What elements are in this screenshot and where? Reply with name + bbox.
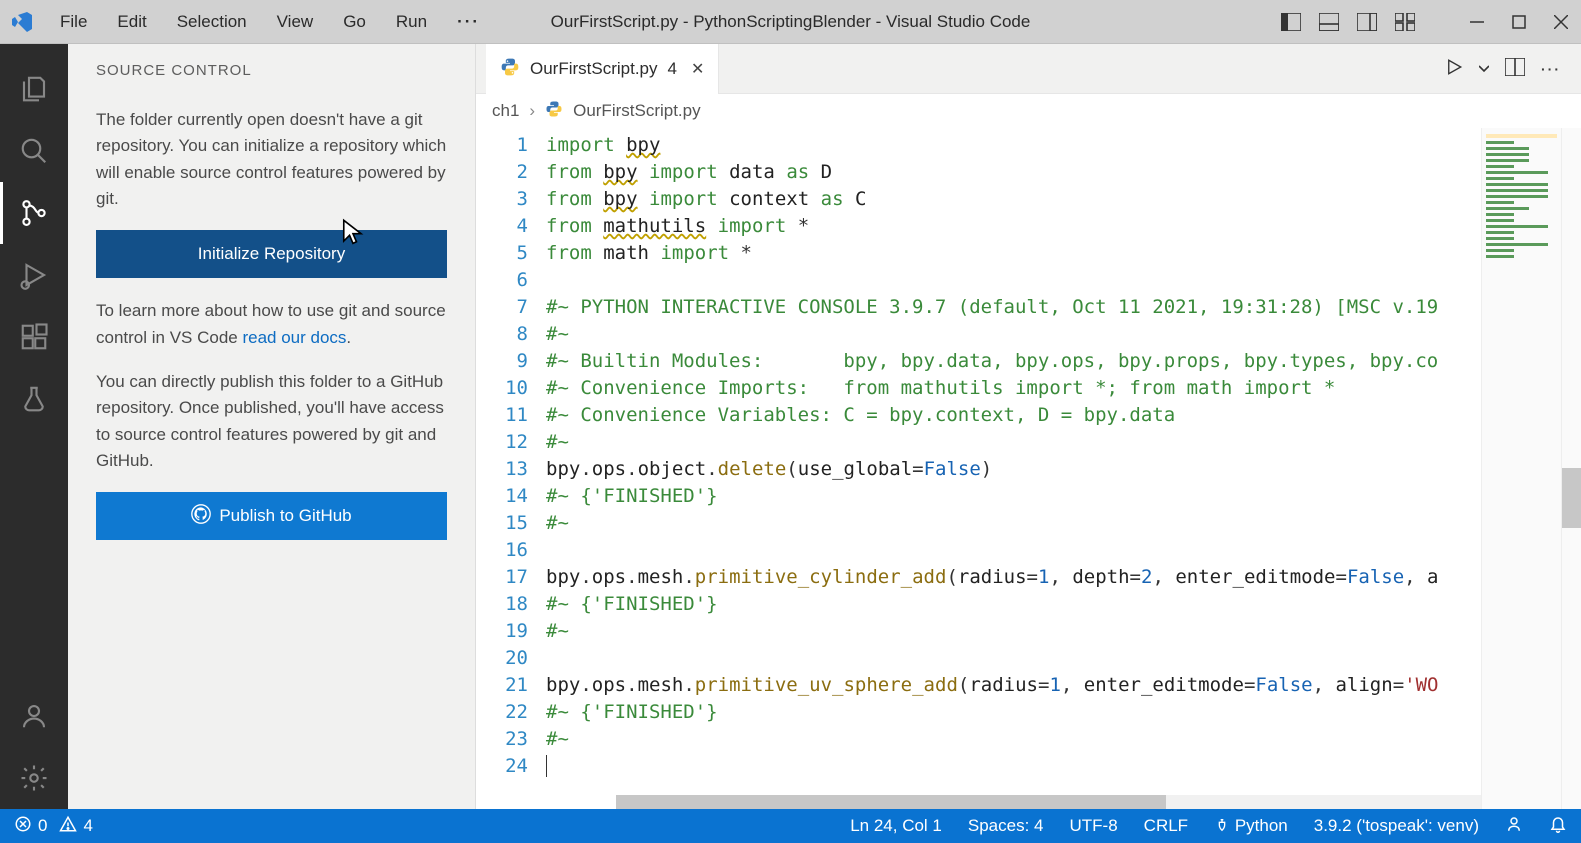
- sidebar-info-text: The folder currently open doesn't have a…: [96, 107, 447, 212]
- breadcrumb[interactable]: ch1 › OurFirstScript.py: [476, 94, 1581, 128]
- run-debug-icon[interactable]: [0, 244, 68, 306]
- status-encoding[interactable]: UTF-8: [1070, 816, 1118, 836]
- tab-filename: OurFirstScript.py: [530, 59, 658, 79]
- sidebar-title: SOURCE CONTROL: [96, 62, 447, 79]
- error-icon[interactable]: [14, 815, 32, 838]
- toggle-panel-icon[interactable]: [1317, 10, 1341, 34]
- explorer-icon[interactable]: [0, 58, 68, 120]
- breadcrumb-segment[interactable]: ch1: [492, 101, 519, 121]
- window-minimize-icon[interactable]: [1465, 10, 1489, 34]
- activity-bar: [0, 44, 68, 809]
- layout-controls: [1279, 10, 1417, 34]
- extensions-icon[interactable]: [0, 306, 68, 368]
- python-file-icon: [500, 57, 520, 80]
- menu-go[interactable]: Go: [329, 6, 380, 38]
- line-number-gutter: 123456789101112131415161718192021222324: [476, 128, 546, 809]
- status-errors[interactable]: 0: [38, 816, 47, 836]
- run-file-icon[interactable]: [1445, 58, 1463, 79]
- github-icon: [191, 504, 211, 529]
- editor-tab[interactable]: OurFirstScript.py 4 ✕: [486, 44, 719, 94]
- status-eol[interactable]: CRLF: [1144, 816, 1188, 836]
- menu-edit[interactable]: Edit: [103, 6, 160, 38]
- sidebar-github-text: You can directly publish this folder to …: [96, 369, 447, 474]
- search-icon[interactable]: [0, 120, 68, 182]
- toggle-primary-sidebar-icon[interactable]: [1279, 10, 1303, 34]
- python-file-icon: [545, 100, 563, 123]
- menu-file[interactable]: File: [46, 6, 101, 38]
- source-control-icon[interactable]: [0, 182, 68, 244]
- vertical-scrollbar[interactable]: [1561, 128, 1581, 809]
- split-editor-icon[interactable]: [1505, 58, 1525, 79]
- main-menu: File Edit Selection View Go Run ···: [46, 6, 494, 38]
- run-dropdown-icon[interactable]: [1479, 61, 1489, 77]
- status-warnings[interactable]: 4: [83, 816, 92, 836]
- menu-run[interactable]: Run: [382, 6, 441, 38]
- initialize-repository-button[interactable]: Initialize Repository: [96, 230, 447, 278]
- horizontal-scrollbar[interactable]: [616, 795, 1481, 809]
- notifications-bell-icon[interactable]: [1549, 815, 1567, 838]
- title-bar: File Edit Selection View Go Run ··· OurF…: [0, 0, 1581, 44]
- menu-view[interactable]: View: [263, 6, 328, 38]
- testing-icon[interactable]: [0, 368, 68, 430]
- status-language[interactable]: Python: [1214, 816, 1288, 836]
- tab-bar: OurFirstScript.py 4 ✕ ···: [476, 44, 1581, 94]
- tab-close-icon[interactable]: ✕: [691, 59, 704, 79]
- vscode-logo-icon: [8, 10, 36, 34]
- toggle-secondary-sidebar-icon[interactable]: [1355, 10, 1379, 34]
- status-bar: 0 4 Ln 24, Col 1 Spaces: 4 UTF-8 CRLF Py…: [0, 809, 1581, 843]
- customize-layout-icon[interactable]: [1393, 10, 1417, 34]
- menu-more[interactable]: ···: [443, 6, 494, 38]
- read-our-docs-link[interactable]: read our docs: [242, 328, 346, 347]
- status-line-col[interactable]: Ln 24, Col 1: [850, 816, 942, 836]
- source-control-panel: SOURCE CONTROL The folder currently open…: [68, 44, 476, 809]
- window-title: OurFirstScript.py - PythonScriptingBlend…: [551, 12, 1031, 32]
- menu-selection[interactable]: Selection: [163, 6, 261, 38]
- status-spaces[interactable]: Spaces: 4: [968, 816, 1044, 836]
- publish-to-github-button[interactable]: Publish to GitHub: [96, 492, 447, 540]
- status-interpreter[interactable]: 3.9.2 ('tospeak': venv): [1314, 816, 1479, 836]
- chevron-right-icon: ›: [529, 101, 535, 121]
- window-close-icon[interactable]: [1549, 10, 1573, 34]
- more-actions-icon[interactable]: ···: [1541, 61, 1561, 77]
- publish-github-label: Publish to GitHub: [219, 506, 351, 526]
- minimap[interactable]: [1481, 128, 1561, 809]
- warning-icon[interactable]: [59, 815, 77, 838]
- editor-area: OurFirstScript.py 4 ✕ ··· ch1 › OurFirst…: [476, 44, 1581, 809]
- accounts-icon[interactable]: [0, 685, 68, 747]
- sidebar-docs-text: To learn more about how to use git and s…: [96, 298, 447, 351]
- breadcrumb-segment[interactable]: OurFirstScript.py: [573, 101, 701, 121]
- window-maximize-icon[interactable]: [1507, 10, 1531, 34]
- tab-modified-count: 4: [668, 59, 677, 79]
- code-editor[interactable]: import bpyfrom bpy import data as Dfrom …: [546, 128, 1481, 809]
- settings-gear-icon[interactable]: [0, 747, 68, 809]
- feedback-icon[interactable]: [1505, 815, 1523, 838]
